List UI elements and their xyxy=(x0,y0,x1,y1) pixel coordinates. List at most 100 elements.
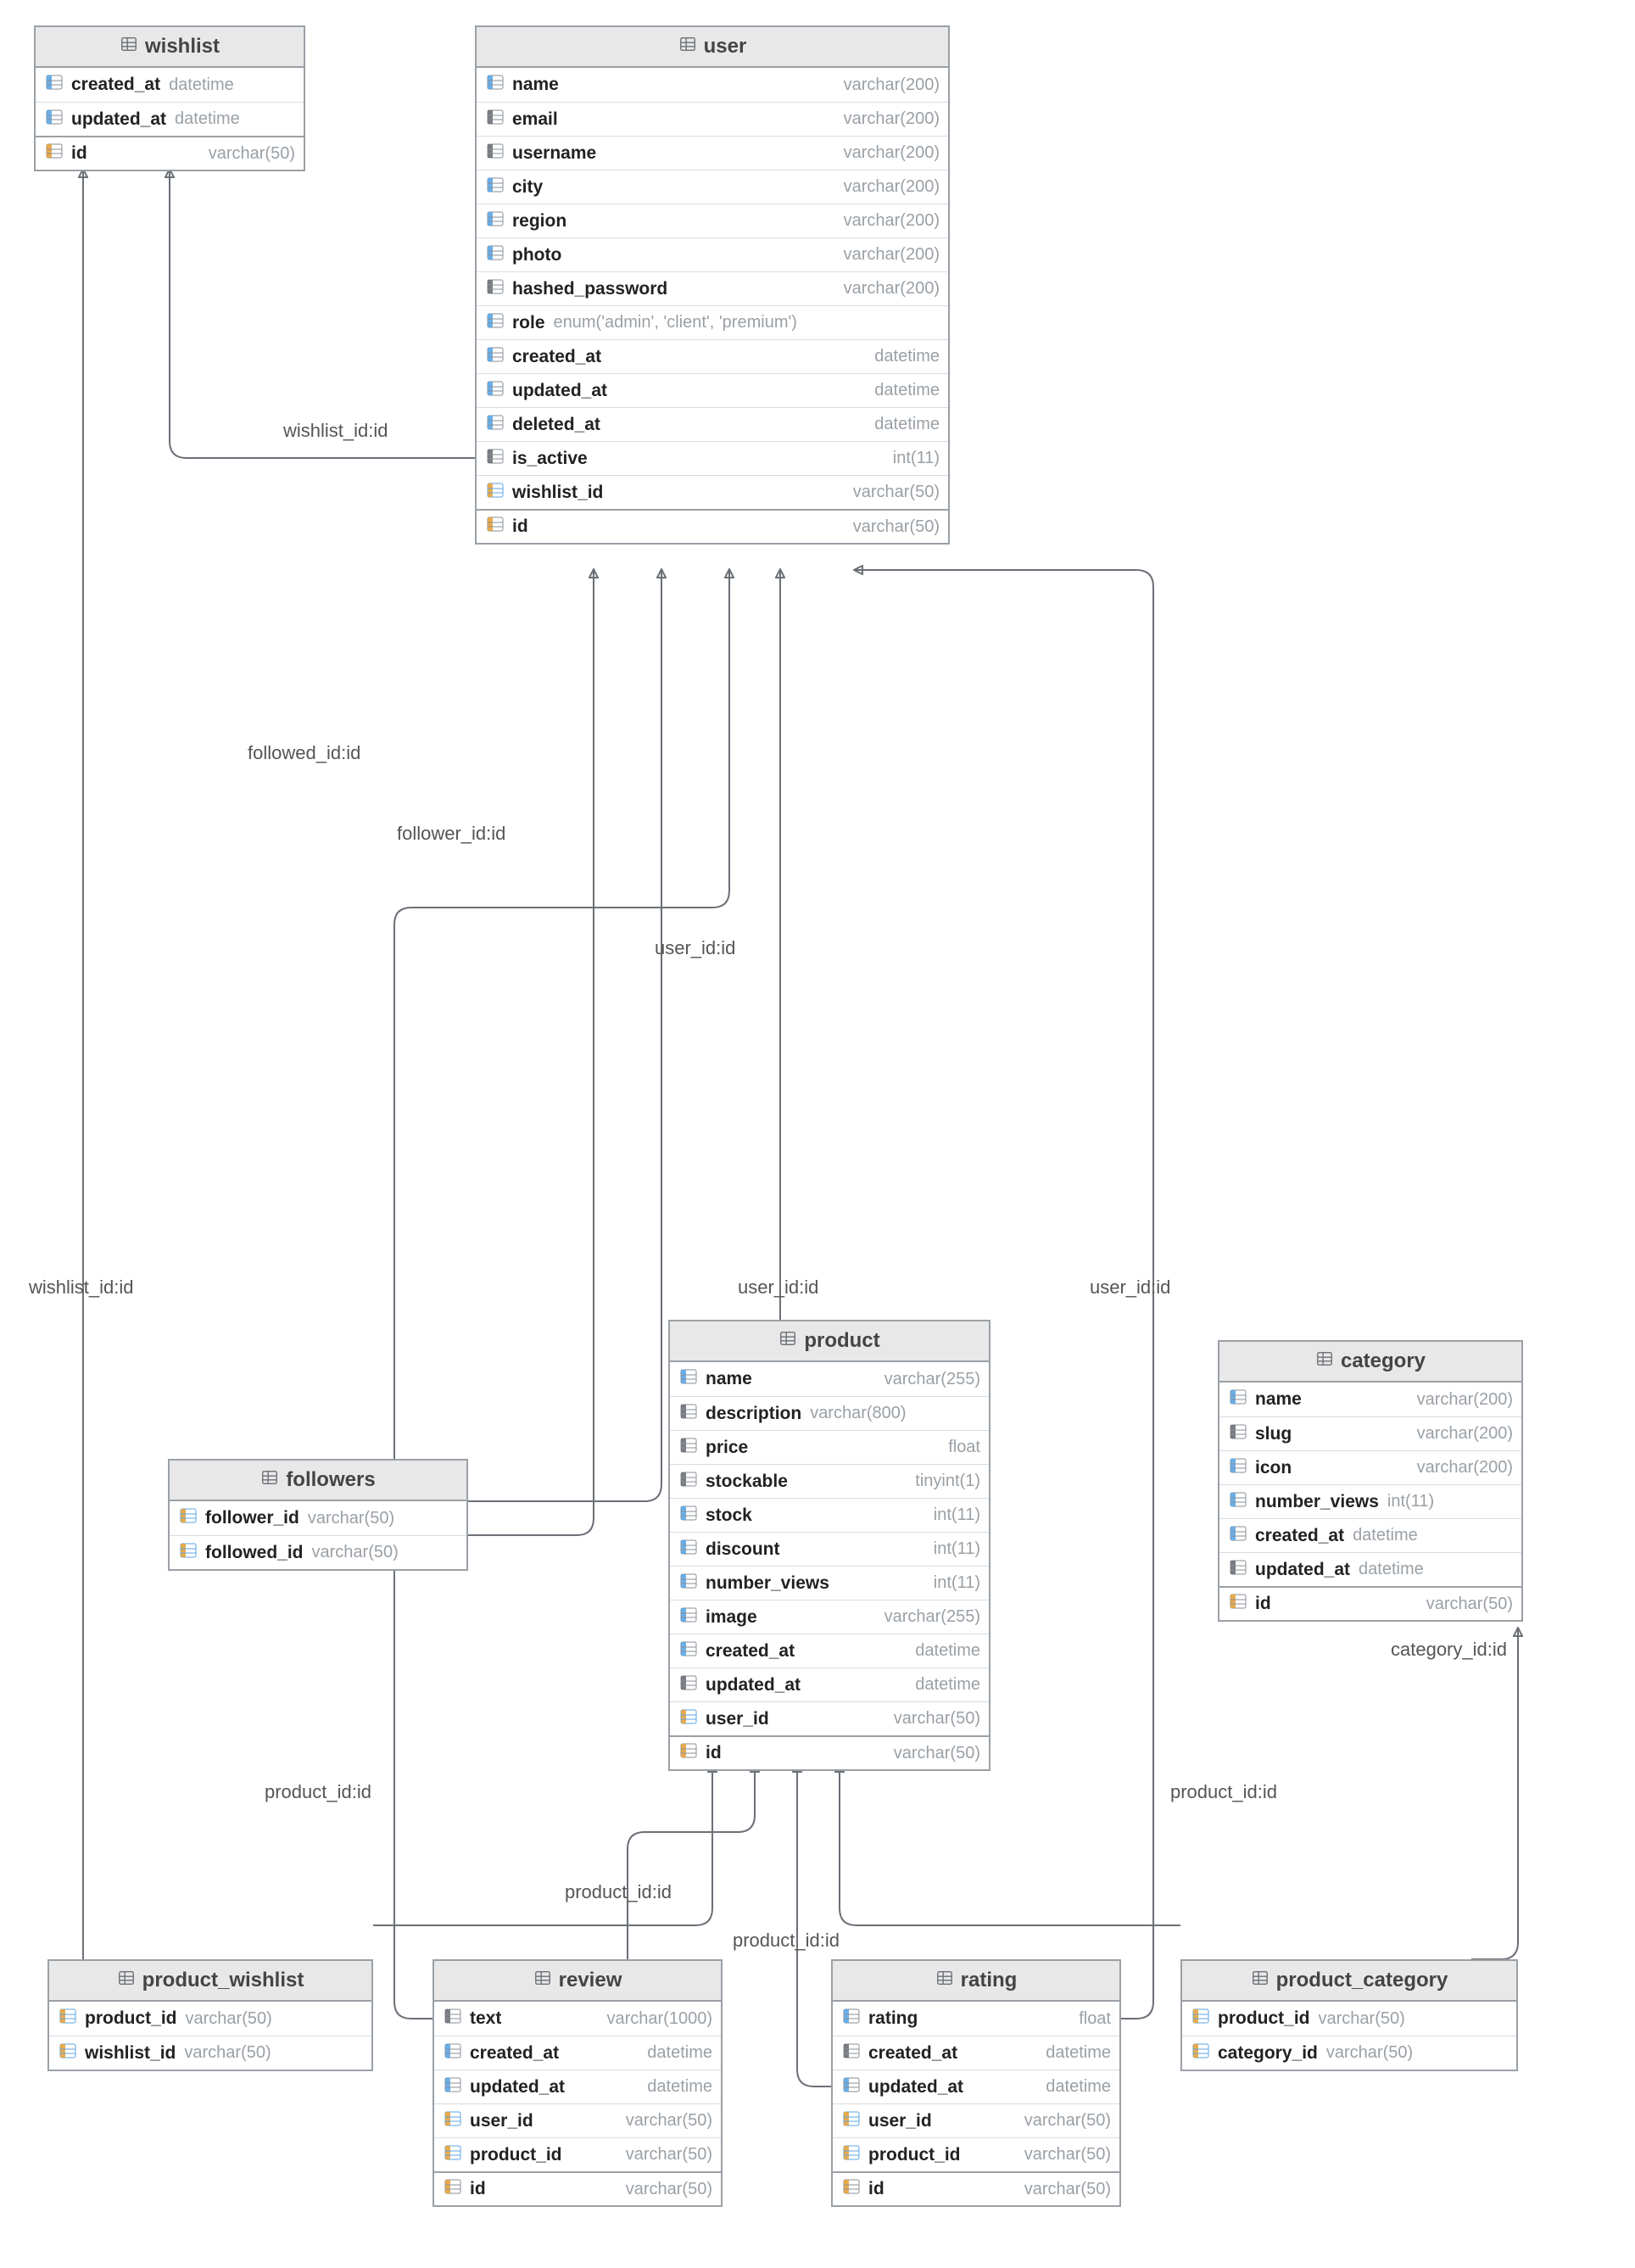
column-row[interactable]: roleenum('admin', 'client', 'premium') xyxy=(477,305,948,339)
table-followers[interactable]: followersfollower_idvarchar(50)followed_… xyxy=(168,1459,468,1571)
table-header[interactable]: followers xyxy=(170,1461,466,1501)
table-wishlist[interactable]: wishlistcreated_atdatetimeupdated_atdate… xyxy=(34,25,305,171)
column-row[interactable]: idvarchar(50) xyxy=(1219,1586,1521,1620)
table-product[interactable]: productnamevarchar(255)descriptionvarcha… xyxy=(668,1320,990,1771)
column-row[interactable]: name varchar(200) xyxy=(477,68,948,102)
column-row[interactable]: hashed_passwordvarchar(200) xyxy=(477,271,948,305)
column-row[interactable]: imagevarchar(255) xyxy=(670,1600,989,1634)
column-row[interactable]: is_active int(11) xyxy=(477,441,948,475)
column-icon xyxy=(485,72,512,98)
column-row[interactable]: updated_atdatetime xyxy=(833,2070,1119,2103)
column-row[interactable]: stockabletinyint(1) xyxy=(670,1464,989,1498)
column-row[interactable]: product_idvarchar(50) xyxy=(49,2002,371,2036)
column-row[interactable]: created_atdatetime xyxy=(1219,1518,1521,1552)
column-row[interactable]: follower_idvarchar(50) xyxy=(170,1501,466,1535)
column-name: region xyxy=(512,211,566,232)
column-row[interactable]: namevarchar(200) xyxy=(1219,1383,1521,1416)
column-row[interactable]: idvarchar(50) xyxy=(833,2171,1119,2205)
column-row[interactable]: deleted_atdatetime xyxy=(477,407,948,441)
column-row[interactable]: user_idvarchar(50) xyxy=(833,2103,1119,2137)
column-row[interactable]: usernamevarchar(200) xyxy=(477,136,948,170)
table-header[interactable]: review xyxy=(434,1961,721,2002)
table-category[interactable]: categorynamevarchar(200)slugvarchar(200)… xyxy=(1218,1340,1523,1622)
column-row[interactable]: updated_at datetime xyxy=(434,2070,721,2103)
table-product_wishlist[interactable]: product_wishlistproduct_idvarchar(50)wis… xyxy=(47,1959,373,2071)
column-row[interactable]: updated_atdatetime xyxy=(670,1667,989,1701)
column-row[interactable]: descriptionvarchar(800) xyxy=(670,1396,989,1430)
column-row[interactable]: product_idvarchar(50) xyxy=(1182,2002,1516,2036)
column-name: name xyxy=(706,1369,752,1389)
column-name: updated_at xyxy=(470,2077,565,2098)
column-row[interactable]: wishlist_idvarchar(50) xyxy=(49,2036,371,2070)
column-name: name xyxy=(512,75,559,95)
table-header[interactable]: product xyxy=(670,1321,989,1362)
column-row[interactable]: product_idvarchar(50) xyxy=(833,2137,1119,2171)
table-user[interactable]: usernamevarchar(200)emailvarchar(200)use… xyxy=(475,25,950,545)
column-row[interactable]: regionvarchar(200) xyxy=(477,204,948,237)
column-type: datetime xyxy=(647,2077,712,2097)
column-row[interactable]: ratingfloat xyxy=(833,2002,1119,2036)
table-icon xyxy=(120,35,145,59)
table-header[interactable]: category xyxy=(1219,1342,1521,1383)
table-header[interactable]: user xyxy=(477,27,948,68)
column-row[interactable]: stockint(11) xyxy=(670,1498,989,1532)
column-type: varchar(50) xyxy=(209,144,295,164)
column-type: varchar(200) xyxy=(844,177,940,197)
table-review[interactable]: reviewtextvarchar(1000)created_atdatetim… xyxy=(432,1959,723,2207)
column-row[interactable]: number_viewsint(11) xyxy=(670,1566,989,1600)
column-type: datetime xyxy=(915,1641,980,1661)
table-header[interactable]: rating xyxy=(833,1961,1119,2002)
table-header[interactable]: product_wishlist xyxy=(49,1961,371,2002)
column-type: int(11) xyxy=(893,449,940,468)
column-row[interactable]: category_idvarchar(50) xyxy=(1182,2036,1516,2070)
column-icon xyxy=(1228,1523,1255,1549)
column-icon xyxy=(44,72,71,98)
column-row[interactable]: textvarchar(1000) xyxy=(434,2002,721,2036)
column-icon xyxy=(485,141,512,166)
column-row[interactable]: id varchar(50) xyxy=(36,136,304,170)
column-row[interactable]: idvarchar(50) xyxy=(477,509,948,543)
column-icon xyxy=(841,2109,868,2134)
table-header[interactable]: wishlist xyxy=(36,27,304,68)
column-type: varchar(50) xyxy=(184,2043,271,2063)
column-row[interactable]: discountint(11) xyxy=(670,1532,989,1566)
column-icon xyxy=(678,1673,706,1698)
column-name: is_active xyxy=(512,449,588,469)
column-row[interactable]: idvarchar(50) xyxy=(670,1735,989,1769)
column-row[interactable]: user_idvarchar(50) xyxy=(670,1701,989,1735)
column-icon xyxy=(178,1540,205,1566)
column-row[interactable]: wishlist_idvarchar(50) xyxy=(477,475,948,509)
column-row[interactable]: photovarchar(200) xyxy=(477,237,948,271)
column-row[interactable]: created_atdatetime xyxy=(670,1634,989,1667)
table-product_category[interactable]: product_categoryproduct_idvarchar(50)cat… xyxy=(1180,1959,1518,2071)
column-row[interactable]: namevarchar(255) xyxy=(670,1362,989,1396)
column-row[interactable]: slugvarchar(200) xyxy=(1219,1416,1521,1450)
column-row[interactable]: followed_idvarchar(50) xyxy=(170,1535,466,1569)
column-row[interactable]: cityvarchar(200) xyxy=(477,170,948,204)
table-header[interactable]: product_category xyxy=(1182,1961,1516,2002)
column-row[interactable]: updated_atdatetime xyxy=(36,102,304,136)
column-type: datetime xyxy=(169,75,234,95)
column-row[interactable]: updated_atdatetime xyxy=(1219,1552,1521,1586)
column-name: product_id xyxy=(1218,2008,1310,2029)
column-row[interactable]: product_idvarchar(50) xyxy=(434,2137,721,2171)
column-icon xyxy=(485,480,512,506)
column-type: varchar(200) xyxy=(844,143,940,163)
column-row[interactable]: updated_atdatetime xyxy=(477,373,948,407)
column-row[interactable]: created_atdatetime xyxy=(477,339,948,373)
column-row[interactable]: created_atdatetime xyxy=(833,2036,1119,2070)
column-type: varchar(50) xyxy=(1326,2043,1413,2063)
column-row[interactable]: number_viewsint(11) xyxy=(1219,1484,1521,1518)
column-row[interactable]: emailvarchar(200) xyxy=(477,102,948,136)
column-row[interactable]: pricefloat xyxy=(670,1430,989,1464)
column-row[interactable]: created_atdatetime xyxy=(36,68,304,102)
column-row[interactable]: created_atdatetime xyxy=(434,2036,721,2070)
column-name: id xyxy=(71,143,87,164)
column-icon xyxy=(678,1707,706,1732)
column-type: datetime xyxy=(1353,1526,1418,1545)
column-row[interactable]: idvarchar(50) xyxy=(434,2171,721,2205)
column-type: varchar(200) xyxy=(844,75,940,95)
table-rating[interactable]: ratingratingfloatcreated_atdatetimeupdat… xyxy=(831,1959,1121,2207)
column-row[interactable]: iconvarchar(200) xyxy=(1219,1450,1521,1484)
column-row[interactable]: user_idvarchar(50) xyxy=(434,2103,721,2137)
